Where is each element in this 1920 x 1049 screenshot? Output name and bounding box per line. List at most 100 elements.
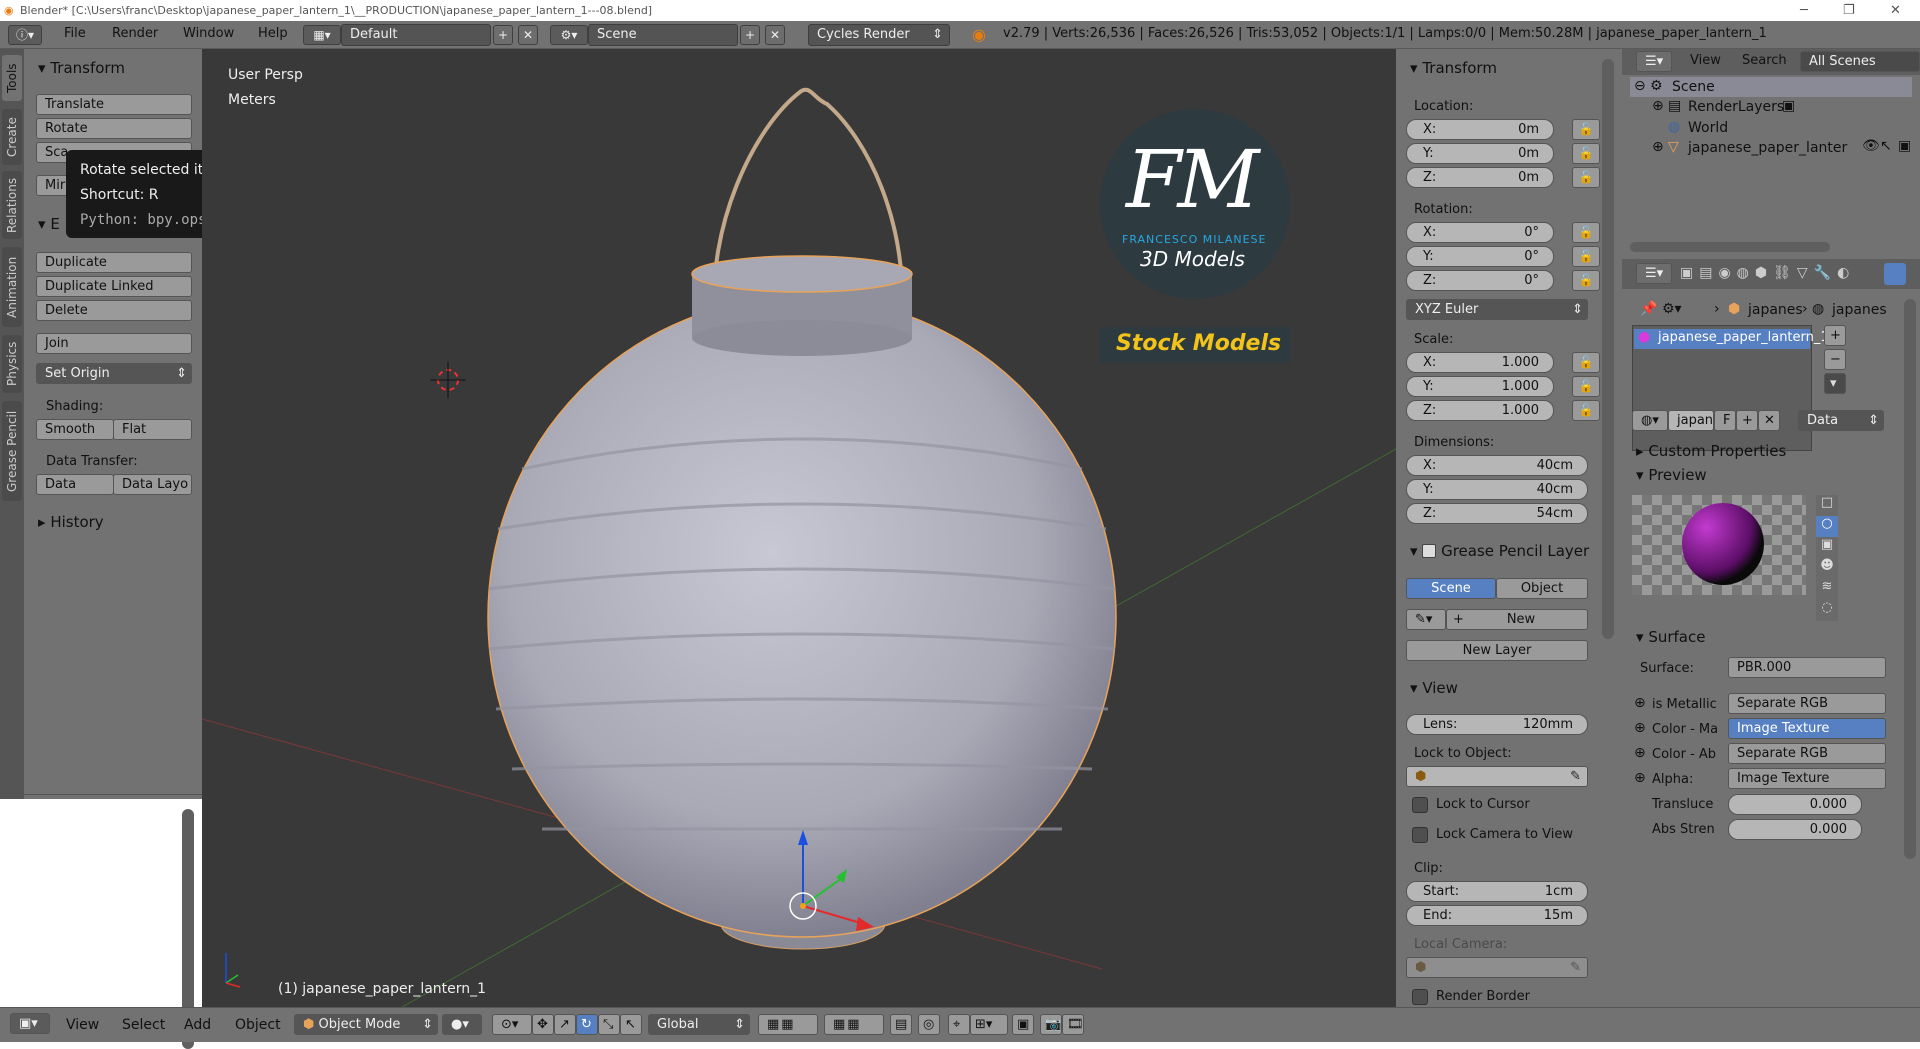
pencil-icon[interactable]: ✎▾ [1406,609,1446,630]
manipulator-toggle-icon[interactable]: ✥ [532,1014,554,1035]
gp-object-tab[interactable]: Object [1496,578,1588,599]
snap-element-dropdown[interactable]: ⊞▾ [970,1014,1008,1035]
eyedropper-icon[interactable]: ✎ [1570,958,1581,977]
location-z-field[interactable]: Z: 0m [1406,167,1554,188]
screen-layout-dropdown[interactable]: Default [341,24,491,46]
lock-icon[interactable]: 🔓 [1572,167,1600,188]
proportional-edit-icon[interactable]: ◎ [918,1014,940,1035]
flat-preview-icon[interactable]: □ [1816,495,1838,516]
translate-manipulator-icon[interactable]: ↗ [554,1014,576,1035]
eye-icon[interactable]: 👁 [1862,138,1880,154]
translate-button[interactable]: Translate [36,94,192,115]
dimension-x-field[interactable]: X: 40cm [1406,455,1588,476]
rotate-manipulator-icon[interactable]: ↻ [576,1014,598,1035]
info-editor-type-button[interactable]: ⓘ▾ [8,25,42,45]
surface-shader-button[interactable]: PBR.000 [1728,657,1886,678]
properties-scrollbar[interactable] [1904,299,1916,859]
screen-layout-icon[interactable]: ▦▾ [303,25,341,45]
dimension-y-field[interactable]: Y: 40cm [1406,479,1588,500]
render-animation-icon[interactable]: 🎞 [1062,1014,1084,1035]
gp-new-button[interactable]: + New [1446,609,1588,630]
camera-render-icon[interactable]: ▣ [1898,138,1911,154]
fake-user-button[interactable]: F [1714,410,1736,431]
monkey-preview-icon[interactable]: ☻ [1816,558,1838,579]
unlink-material-icon[interactable]: ✕ [1758,410,1780,431]
set-origin-dropdown[interactable]: Set Origin ⇕ [36,363,192,384]
tab-animation[interactable]: Animation [2,247,22,327]
history-section-header[interactable]: ▸ History [38,513,104,531]
data-layout-button[interactable]: Data Layo [113,474,192,495]
add-screen-icon[interactable]: + [493,25,513,45]
lock-icon[interactable]: 🔓 [1572,400,1600,421]
scale-x-field[interactable]: X: 1.000 [1406,352,1554,373]
menu-help[interactable]: Help [258,26,288,41]
hair-preview-icon[interactable]: ≋ [1816,579,1838,600]
add-slot-icon[interactable]: + [1824,325,1846,346]
sphere-preview-icon[interactable]: ○ [1816,516,1838,537]
surface-header[interactable]: ▾ Surface [1636,628,1705,646]
shading-dropdown[interactable]: ●▾ [442,1014,482,1035]
expand-icon[interactable]: ⊕ [1652,98,1664,114]
cursor-select-icon[interactable]: ↖ [1880,138,1892,154]
orientation-dropdown[interactable]: Global ⇕ [648,1014,750,1035]
snap-target-icon[interactable]: ▣ [1012,1014,1034,1035]
lock-icon[interactable]: 🔓 [1572,222,1600,243]
color-map-input-button[interactable]: Image Texture [1728,718,1886,739]
layer-buttons-a[interactable]: ▦▦ [758,1014,818,1035]
lock-icon[interactable]: 🔓 [1572,246,1600,267]
edit-section-header[interactable]: ▾ E [38,215,60,233]
add-scene-icon[interactable]: + [740,25,760,45]
lock-layers-icon[interactable]: ▤ [890,1014,912,1035]
outliner-display-dropdown[interactable]: All Scenes [1800,51,1920,72]
link-mode-dropdown[interactable]: Data ⇕ [1798,410,1884,431]
maximize-icon[interactable]: ❐ [1843,0,1855,21]
rotation-z-field[interactable]: Z: 0° [1406,270,1554,291]
gp-new-layer-button[interactable]: New Layer [1406,640,1588,661]
outliner-item-lantern[interactable]: japanese_paper_lanter [1688,140,1847,156]
custom-properties-header[interactable]: ▸ Custom Properties [1636,442,1786,460]
scale-manipulator-icon[interactable]: ⤡ [598,1014,620,1035]
alpha-input-button[interactable]: Image Texture [1728,768,1886,789]
minimize-icon[interactable]: ─ [1800,0,1808,21]
remove-scene-icon[interactable]: ✕ [765,25,785,45]
lens-field[interactable]: Lens: 120mm [1406,714,1588,735]
remove-screen-icon[interactable]: ✕ [518,25,538,45]
location-y-field[interactable]: Y: 0m [1406,143,1554,164]
layer-buttons-b[interactable]: ▦▦ [824,1014,884,1035]
n-panel-scrollbar[interactable] [1602,59,1614,639]
viewport-editor-type-button[interactable]: ▣▾ [10,1013,50,1034]
color-ab-input-button[interactable]: Separate RGB [1728,743,1886,764]
tab-tools[interactable]: Tools [2,55,22,101]
local-camera-field[interactable]: ⬢ ✎ [1406,957,1588,978]
data-button[interactable]: Data [36,474,114,495]
pin-icon[interactable]: 📌 [1640,301,1657,317]
cube-preview-icon[interactable]: ▣ [1816,537,1838,558]
close-icon[interactable]: ✕ [1890,0,1901,21]
tab-create[interactable]: Create [2,109,22,165]
lock-icon[interactable]: 🔓 [1572,376,1600,397]
location-x-field[interactable]: X: 0m [1406,119,1554,140]
expand-socket-icon[interactable]: ⊕ [1634,720,1646,736]
lock-camera-checkbox[interactable] [1412,827,1428,843]
scene-icon[interactable]: ⚙▾ [550,25,588,45]
material-browse-icon[interactable]: ◍▾ [1632,410,1668,431]
lock-icon[interactable]: 🔓 [1572,143,1600,164]
slot-menu-icon[interactable]: ▾ [1824,373,1846,394]
menu-render[interactable]: Render [112,26,158,41]
gp-scene-tab[interactable]: Scene [1406,578,1496,599]
rotation-x-field[interactable]: X: 0° [1406,222,1554,243]
duplicate-button[interactable]: Duplicate [36,252,192,273]
material-slot-name[interactable]: japanese_paper_lantern_1 [1658,330,1829,345]
tab-physics[interactable]: Physics [2,335,22,393]
properties-context-tabs[interactable]: ▣▤◉◍⬢⛓▽🔧◐ [1680,265,1855,281]
translucency-field[interactable]: 0.000 [1728,794,1862,815]
tab-relations[interactable]: Relations [2,171,22,239]
material-tab-icon[interactable] [1884,263,1906,285]
grease-pencil-header[interactable]: ▾ Grease Pencil Layer [1410,542,1589,560]
properties-editor-type-button[interactable]: ☰▾ [1636,263,1672,284]
outliner-h-scrollbar[interactable] [1630,242,1830,252]
material-name-field[interactable]: japan [1668,410,1714,431]
lock-icon[interactable]: 🔓 [1572,352,1600,373]
snap-toggle-icon[interactable]: ⌖ [948,1014,970,1035]
outliner-item-renderlayers[interactable]: RenderLayers [1688,99,1784,115]
